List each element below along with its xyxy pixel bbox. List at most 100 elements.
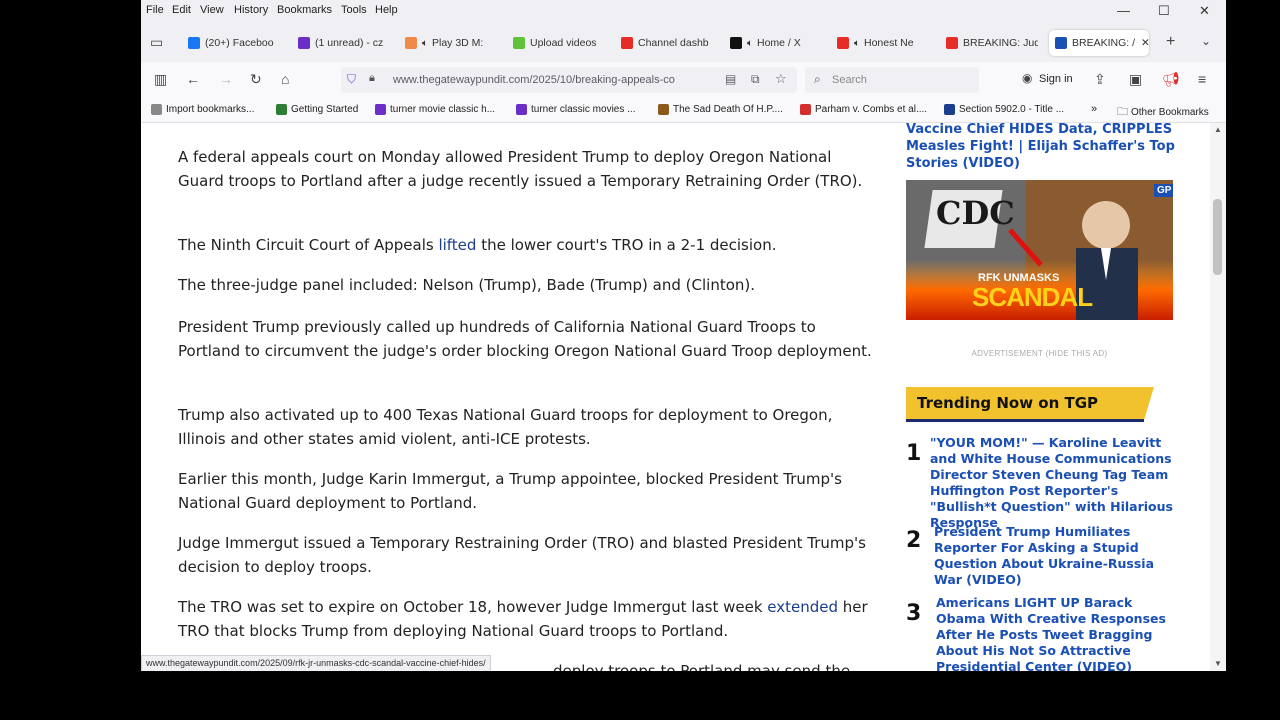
tab-6[interactable]: 🔈︎ Home / X (730, 30, 820, 56)
trending-item-3[interactable]: Americans LIGHT UP Barack Obama With Cre… (936, 595, 1181, 671)
tab-favicon-icon (298, 37, 310, 49)
bookmark-label: Section 5902.0 - Title ... (959, 104, 1065, 115)
back-icon[interactable]: ← (186, 71, 200, 87)
extended-link[interactable]: extended (767, 598, 838, 616)
tab-7[interactable]: 🔈︎ Honest Ne (837, 30, 929, 56)
bookmark-item[interactable]: Parham v. Combs et al.... (800, 104, 927, 115)
tab-sound-icon[interactable]: 🔈︎ (747, 38, 753, 49)
tab-1[interactable]: (20+) Faceboo (188, 30, 288, 56)
bookmark-label: Getting Started (291, 104, 359, 115)
menu-icon[interactable]: ≡ (1198, 71, 1206, 87)
menu-bar: File Edit View History Bookmarks Tools H… (141, 0, 1226, 22)
article-text: The TRO was set to expire on October 18,… (178, 598, 768, 616)
bookmark-favicon-icon (276, 104, 287, 115)
close-window-button[interactable]: ✕ (1199, 3, 1210, 19)
more-bookmarks-icon[interactable]: » (1091, 103, 1097, 115)
trending-item-1[interactable]: "YOUR MOM!" — Karoline Leavitt and White… (930, 435, 1175, 531)
tab-favicon-icon (513, 37, 525, 49)
maximize-button[interactable]: ☐ (1158, 3, 1170, 19)
bookmark-star-icon[interactable]: ☆ (775, 71, 787, 87)
other-bookmarks[interactable]: 🗀︎ Other Bookmarks (1117, 103, 1209, 122)
url-text[interactable]: www.thegatewaypundit.com/2025/10/breakin… (393, 74, 713, 86)
bookmark-label: The Sad Death Of H.P.... (673, 104, 783, 115)
menu-tools[interactable]: Tools (341, 4, 367, 16)
tab-5[interactable]: Channel dashb (621, 30, 721, 56)
navigation-bar: ▥ ← → ↻ ⌂ ⛉ 🔒︎ www.thegatewaypundit.com/… (141, 62, 1226, 98)
tab-overview-icon[interactable]: ▭ (150, 34, 163, 51)
search-icon: ⌕ (814, 72, 821, 86)
search-placeholder[interactable]: Search (832, 74, 867, 86)
article-paragraph-1: A federal appeals court on Monday allowe… (178, 148, 863, 190)
tab-8[interactable]: BREAKING: Jud (946, 30, 1038, 56)
page-scrollbar[interactable]: ▲ ▼ (1210, 123, 1226, 671)
scroll-up-icon[interactable]: ▲ (1214, 125, 1222, 134)
trending-number-3: 3 (906, 601, 922, 626)
tab-4[interactable]: Upload videos (513, 30, 617, 56)
article-text: the lower court's TRO in a 2-1 decision. (476, 236, 777, 254)
menu-help[interactable]: Help (375, 4, 398, 16)
sign-in-button[interactable]: Sign in (1039, 73, 1073, 85)
bookmark-item[interactable]: turner movie classic h... (375, 104, 495, 115)
lock-icon[interactable]: 🔒︎ (369, 72, 375, 85)
account-icon[interactable]: ◉ (1022, 71, 1032, 85)
address-bar[interactable]: ⛉ 🔒︎ www.thegatewaypundit.com/2025/10/br… (341, 67, 797, 93)
forward-icon[interactable]: → (219, 71, 233, 87)
ad-label[interactable]: ADVERTISEMENT (HIDE THIS AD) (906, 349, 1173, 358)
screenshot-icon[interactable]: ⧉ (751, 72, 760, 87)
other-bookmarks-label: Other Bookmarks (1131, 107, 1209, 118)
bookmark-label: Parham v. Combs et al.... (815, 104, 928, 115)
menu-view[interactable]: View (200, 4, 224, 16)
bookmark-favicon-icon (944, 104, 955, 115)
home-icon[interactable]: ⌂ (281, 71, 289, 87)
tab-label: BREAKING: / (1072, 37, 1136, 49)
tab-label: (20+) Faceboo (205, 37, 274, 49)
bookmark-item[interactable]: Getting Started (276, 104, 358, 115)
bookmark-favicon-icon (800, 104, 811, 115)
bookmark-item[interactable]: turner classic movies ... (516, 104, 635, 115)
sidebar-toggle-icon[interactable]: ▥ (154, 71, 167, 88)
trending-number-1: 1 (906, 441, 922, 466)
new-tab-icon[interactable]: + (1166, 33, 1175, 51)
browser-window: File Edit View History Bookmarks Tools H… (141, 0, 1226, 671)
extension-badge-icon[interactable]: ▣ (1129, 71, 1142, 88)
lifted-link[interactable]: lifted (438, 236, 476, 254)
article-paragraph-8: The TRO was set to expire on October 18,… (178, 595, 878, 643)
close-tab-icon[interactable]: ✕ (1141, 37, 1149, 49)
scroll-thumb[interactable] (1213, 199, 1222, 275)
search-box[interactable]: ⌕ Search (805, 67, 979, 93)
menu-bookmarks[interactable]: Bookmarks (277, 4, 332, 16)
menu-history[interactable]: History (234, 4, 268, 16)
tab-favicon-icon (946, 37, 958, 49)
tab-2[interactable]: (1 unread) - cz (298, 30, 386, 56)
shield-icon[interactable]: ⛉ (347, 72, 356, 87)
reload-icon[interactable]: ↻ (250, 71, 262, 88)
article-paragraph-4: President Trump previously called up hun… (178, 318, 872, 360)
tab-label: (1 unread) - cz (315, 37, 384, 49)
minimize-button[interactable]: — (1117, 3, 1130, 18)
tab-sound-icon[interactable]: 🔈︎ (854, 38, 860, 49)
bookmark-item[interactable]: Section 5902.0 - Title ... (944, 104, 1064, 115)
sidebar-headline-link[interactable]: Vaccine Chief HIDES Data, CRIPPLES Measl… (906, 123, 1176, 172)
menu-edit[interactable]: Edit (172, 4, 191, 16)
tab-sound-icon[interactable]: 🔈︎ (422, 38, 428, 49)
megaphone-icon[interactable]: 📢︎ (1162, 71, 1180, 88)
tab-label: Honest Ne (864, 37, 914, 49)
list-tabs-icon[interactable]: ⌄ (1201, 34, 1211, 48)
tab-favicon-icon (621, 37, 633, 49)
trending-item-2[interactable]: President Trump Humiliates Reporter For … (934, 524, 1179, 588)
article-paragraph-6: Earlier this month, Judge Karin Immergut… (178, 470, 842, 512)
article-text: The Ninth Circuit Court of Appeals (178, 236, 439, 254)
menu-file[interactable]: File (146, 4, 164, 16)
bookmark-favicon-icon (375, 104, 386, 115)
article-paragraph-5: Trump also activated up to 400 Texas Nat… (178, 406, 833, 448)
reader-view-icon[interactable]: ▤ (725, 72, 736, 86)
ad-cdc-text: CDC (936, 194, 1015, 232)
extensions-icon[interactable]: ⇪ (1094, 71, 1106, 88)
ad-image[interactable]: CDC GP RFK UNMASKS SCANDAL (906, 180, 1173, 320)
scroll-down-icon[interactable]: ▼ (1214, 659, 1222, 668)
bookmark-item[interactable]: Import bookmarks... (151, 104, 254, 115)
bookmark-item[interactable]: The Sad Death Of H.P.... (658, 104, 783, 115)
tab-favicon-icon (188, 37, 200, 49)
tab-9[interactable]: BREAKING: / ✕ (1049, 30, 1149, 56)
tab-3[interactable]: 🔈︎ Play 3D M: (405, 30, 497, 56)
